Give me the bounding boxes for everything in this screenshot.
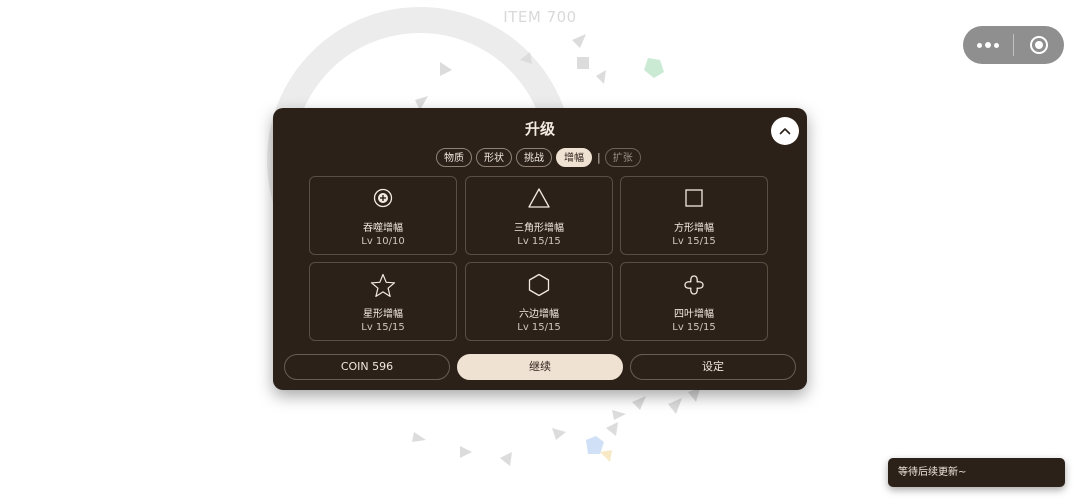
continue-button[interactable]: 继续: [457, 354, 623, 380]
debris-triangle: [412, 432, 426, 442]
square-icon: [685, 189, 703, 207]
upgrade-dialog: 升级 物质 形状 挑战 增幅 | 扩张 吞噬增幅 Lv 10/10 三角形增幅 …: [273, 108, 807, 390]
update-toast: 等待后续更新~: [888, 458, 1065, 487]
upgrade-card-square[interactable]: 方形增幅 Lv 15/15: [620, 176, 768, 255]
upgrade-name: 三角形增幅: [514, 223, 564, 234]
blue-hexagon: [586, 436, 604, 454]
yellow-triangle: [600, 450, 612, 462]
debris-triangle: [440, 62, 452, 76]
upgrade-level: Lv 15/15: [672, 322, 716, 333]
upgrade-card-four-leaf[interactable]: 四叶增幅 Lv 15/15: [620, 262, 768, 341]
collapse-button[interactable]: [771, 117, 799, 145]
debris-triangle: [596, 70, 606, 84]
debris-triangle: [572, 34, 586, 48]
upgrade-card-triangle[interactable]: 三角形增幅 Lv 15/15: [465, 176, 613, 255]
upgrade-level: Lv 15/15: [517, 236, 561, 247]
chevron-up-icon: [779, 128, 791, 135]
category-tabs: 物质 形状 挑战 增幅 | 扩张: [436, 148, 641, 167]
tab-amplify[interactable]: 增幅: [556, 148, 592, 167]
tab-separator: |: [597, 151, 601, 164]
upgrade-card-hexagon[interactable]: 六边增幅 Lv 15/15: [465, 262, 613, 341]
green-hexagon: [644, 58, 664, 78]
debris-triangle: [612, 410, 626, 420]
ellipsis-icon: [977, 42, 982, 48]
tab-expand[interactable]: 扩张: [604, 148, 641, 167]
close-miniprogram-button[interactable]: [1014, 26, 1064, 64]
debris-triangle: [632, 396, 646, 410]
upgrade-card-devour[interactable]: 吞噬增幅 Lv 10/10: [309, 176, 457, 255]
star-icon: [370, 273, 396, 297]
upgrade-level: Lv 10/10: [361, 236, 405, 247]
debris-triangle: [688, 388, 700, 402]
tab-challenge[interactable]: 挑战: [516, 148, 552, 167]
hexagon-icon: [528, 273, 550, 297]
debris-triangle: [500, 452, 512, 466]
tab-shape[interactable]: 形状: [476, 148, 512, 167]
upgrade-level: Lv 15/15: [672, 236, 716, 247]
upgrade-name: 四叶增幅: [674, 309, 714, 320]
upgrade-name: 方形增幅: [674, 223, 714, 234]
dialog-title: 升级: [524, 120, 555, 138]
upgrade-card-star[interactable]: 星形增幅 Lv 15/15: [309, 262, 457, 341]
debris-triangle: [552, 428, 566, 440]
triangle-icon: [528, 188, 550, 208]
debris-triangle: [606, 422, 618, 436]
debris-triangle: [668, 398, 682, 414]
plus-circle-icon: [373, 188, 393, 208]
settings-button[interactable]: 设定: [630, 354, 796, 380]
upgrade-name: 星形增幅: [363, 309, 403, 320]
upgrade-name: 六边增幅: [519, 309, 559, 320]
debris-square: [577, 57, 589, 69]
more-button[interactable]: [963, 26, 1013, 64]
debris-triangle: [460, 446, 472, 458]
coin-button[interactable]: COIN 596: [284, 354, 450, 380]
target-circle-icon: [1030, 36, 1048, 54]
miniprogram-capsule: [963, 26, 1064, 64]
tab-matter[interactable]: 物质: [436, 148, 472, 167]
four-leaf-icon: [684, 275, 704, 295]
upgrade-level: Lv 15/15: [517, 322, 561, 333]
upgrade-level: Lv 15/15: [361, 322, 405, 333]
upgrade-name: 吞噬增幅: [363, 223, 403, 234]
